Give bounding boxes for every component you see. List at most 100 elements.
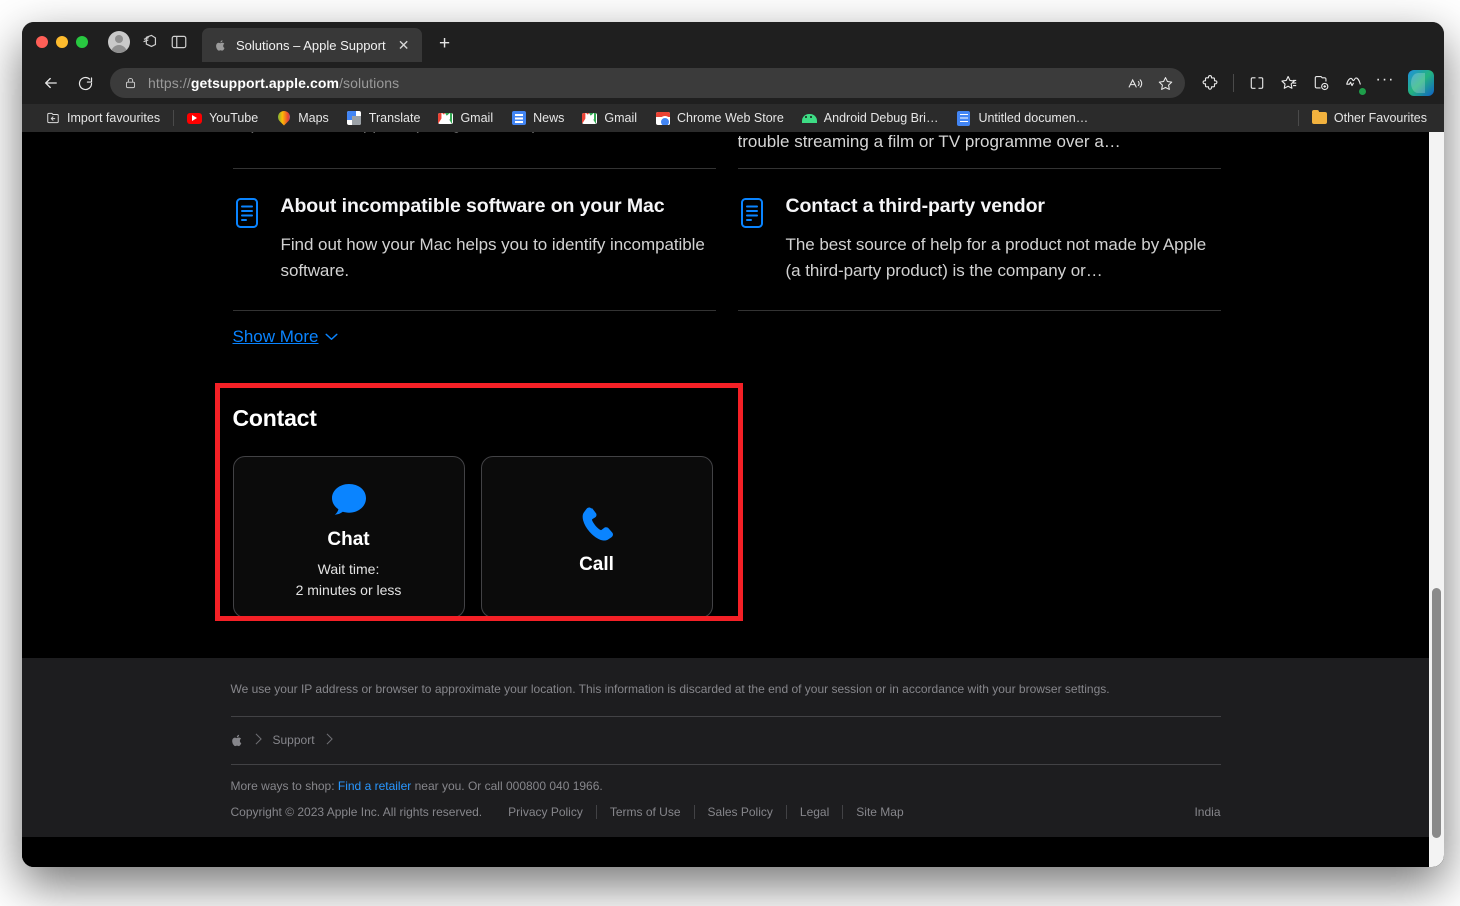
other-favourites-folder[interactable]: Other Favourites xyxy=(1303,108,1436,129)
document-icon xyxy=(233,197,261,234)
back-button[interactable] xyxy=(36,68,66,98)
article-card[interactable]: About incompatible software on your Mac … xyxy=(232,168,716,310)
find-a-retailer-link[interactable]: Find a retailer xyxy=(338,779,411,793)
page-scrollbar[interactable] xyxy=(1429,132,1444,867)
apple-icon xyxy=(214,39,227,52)
browser-window: Solutions – Apple Support ✕ + https://ge… xyxy=(22,22,1444,867)
article-title: About incompatible software on your Mac xyxy=(280,195,665,217)
chat-option-card[interactable]: Chat Wait time: 2 minutes or less xyxy=(232,455,465,618)
chat-option-label: Chat xyxy=(327,529,370,551)
maps-icon xyxy=(276,111,291,126)
sales-policy-link[interactable]: Sales Policy xyxy=(693,804,786,819)
legal-link[interactable]: Legal xyxy=(785,804,842,819)
bookmark-android-debug-bridge[interactable]: Android Debug Bri… xyxy=(793,108,948,129)
close-window-button[interactable] xyxy=(36,36,48,48)
tab-actions-icon[interactable] xyxy=(134,25,164,59)
address-bar[interactable]: https://getsupport.apple.com/solutions xyxy=(110,68,1185,98)
page-content: experiences, or apps requiring extra ste… xyxy=(22,132,1429,867)
tab-title: Solutions – Apple Support xyxy=(236,37,386,53)
minimize-window-button[interactable] xyxy=(56,36,68,48)
privacy-note: We use your IP address or browser to app… xyxy=(230,681,1110,696)
address-bar-url: https://getsupport.apple.com/solutions xyxy=(148,75,400,91)
profile-avatar[interactable] xyxy=(104,25,134,59)
contact-heading: Contact xyxy=(232,404,317,431)
bookmark-gmail-1[interactable]: Gmail xyxy=(429,108,502,129)
show-more-label: Show More xyxy=(232,326,319,346)
breadcrumb-chevron-icon xyxy=(326,733,333,748)
scrollbar-thumb[interactable] xyxy=(1432,587,1441,838)
youtube-icon xyxy=(187,111,203,126)
browser-sidebar-icon[interactable] xyxy=(164,25,194,59)
legal-links-row: Copyright © 2023 Apple Inc. All rights r… xyxy=(230,804,1221,819)
chrome-web-store-icon xyxy=(655,111,670,126)
region-label: India xyxy=(1194,804,1221,819)
address-bar-actions xyxy=(1121,69,1179,97)
toolbar-divider xyxy=(1233,74,1234,92)
avatar-icon xyxy=(108,31,130,53)
copilot-icon[interactable] xyxy=(1408,70,1434,96)
article-row-divider xyxy=(737,309,1221,311)
chat-wait-time-line1: Wait time: xyxy=(317,561,380,578)
import-favourites-button[interactable]: Import favourites xyxy=(36,108,169,129)
reload-button[interactable] xyxy=(70,68,100,98)
bookmark-label: Maps xyxy=(298,111,329,125)
terms-of-use-link[interactable]: Terms of Use xyxy=(595,804,694,819)
article-card-body: Contact a third-party vendor The best so… xyxy=(786,195,1221,284)
favourites-bar: Import favourites YouTube Maps Translate… xyxy=(22,104,1444,132)
extensions-puzzle-icon[interactable] xyxy=(1195,68,1225,98)
google-news-icon xyxy=(511,111,526,126)
clipped-left-text: experiences, or apps requiring extra ste… xyxy=(233,132,716,168)
bookmark-untitled-document[interactable]: Untitled documen… xyxy=(947,108,1097,129)
browser-essentials-icon[interactable] xyxy=(1338,68,1368,98)
read-aloud-icon[interactable] xyxy=(1121,69,1149,97)
bookmark-youtube[interactable]: YouTube xyxy=(178,108,267,129)
bookmark-label: Translate xyxy=(368,111,421,125)
apple-logo-icon[interactable] xyxy=(231,733,244,748)
site-info-lock-icon[interactable] xyxy=(124,76,138,90)
tab-strip: Solutions – Apple Support ✕ + xyxy=(22,22,1444,62)
bookmark-chrome-web-store[interactable]: Chrome Web Store xyxy=(646,108,793,129)
other-favourites-label: Other Favourites xyxy=(1333,111,1427,125)
breadcrumb-support-link[interactable]: Support xyxy=(273,733,315,747)
privacy-policy-link[interactable]: Privacy Policy xyxy=(508,805,596,819)
chevron-down-icon xyxy=(325,333,339,341)
document-icon xyxy=(738,197,766,234)
chat-wait-time: Wait time: 2 minutes or less xyxy=(296,559,402,600)
bookmark-label: Android Debug Bri… xyxy=(823,111,939,125)
gmail-icon xyxy=(582,111,598,126)
import-icon xyxy=(45,111,60,126)
article-description: Find out how your Mac helps you to ident… xyxy=(280,235,705,280)
show-more-button[interactable]: Show More xyxy=(233,311,339,347)
shop-suffix: near you. Or call 000800 040 1966. xyxy=(411,778,603,793)
status-badge xyxy=(1358,87,1367,96)
new-tab-button[interactable]: + xyxy=(431,30,459,58)
bookmark-gmail-2[interactable]: Gmail xyxy=(573,108,646,129)
shop-prefix: More ways to shop: xyxy=(230,778,338,793)
clipped-right-text: trouble streaming a film or TV programme… xyxy=(738,132,1221,168)
copyright-text: Copyright © 2023 Apple Inc. All rights r… xyxy=(230,804,483,819)
bookmark-label: News xyxy=(533,111,565,125)
browser-tab[interactable]: Solutions – Apple Support ✕ xyxy=(202,28,422,62)
gmail-icon xyxy=(438,111,454,126)
article-card[interactable]: Contact a third-party vendor The best so… xyxy=(737,168,1221,310)
favourites-divider xyxy=(173,110,175,126)
breadcrumb-chevron-icon xyxy=(255,733,262,748)
clipped-right-label: trouble streaming a film or TV programme… xyxy=(737,132,1121,151)
split-screen-icon[interactable] xyxy=(1242,68,1272,98)
close-tab-button[interactable]: ✕ xyxy=(395,36,413,54)
navigation-toolbar: https://getsupport.apple.com/solutions ·… xyxy=(22,62,1444,104)
contact-options: Chat Wait time: 2 minutes or less Call xyxy=(232,455,1221,618)
settings-and-more-button[interactable]: ··· xyxy=(1370,68,1400,98)
bookmark-maps[interactable]: Maps xyxy=(267,108,338,129)
maximize-window-button[interactable] xyxy=(76,36,88,48)
call-option-label: Call xyxy=(579,553,614,575)
bookmark-label: Untitled documen… xyxy=(978,111,1089,125)
add-favorite-star-icon[interactable] xyxy=(1151,69,1179,97)
add-to-collections-icon[interactable] xyxy=(1306,68,1336,98)
bookmark-news[interactable]: News xyxy=(502,108,573,129)
footer-bottom: More ways to shop: Find a retailer near … xyxy=(231,765,1221,837)
bookmark-translate[interactable]: Translate xyxy=(338,108,430,129)
call-option-card[interactable]: Call xyxy=(480,455,713,618)
site-map-link[interactable]: Site Map xyxy=(842,804,916,819)
collections-icon[interactable] xyxy=(1274,68,1304,98)
